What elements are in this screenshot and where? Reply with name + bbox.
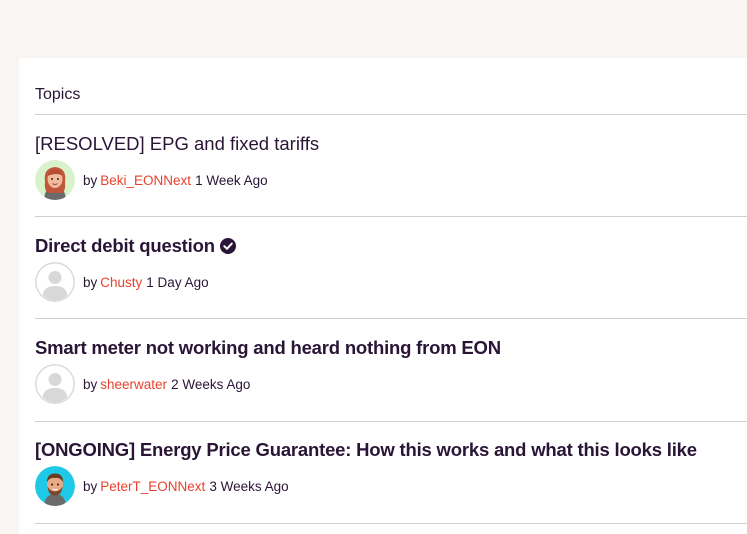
post-time: 3 Weeks Ago: [209, 478, 289, 494]
by-label: by: [83, 478, 98, 494]
topics-panel: Topics [RESOLVED] EPG and fixed tariffs …: [19, 58, 747, 534]
default-user-icon[interactable]: [35, 262, 75, 302]
female-avatar-icon[interactable]: [35, 160, 75, 200]
author-link[interactable]: PeterT_EONNext: [100, 479, 205, 494]
topic-title-link[interactable]: Smart meter not working and heard nothin…: [35, 336, 501, 360]
solved-check-icon: [219, 236, 236, 254]
author-link[interactable]: Beki_EONNext: [100, 173, 191, 188]
topic-meta: by Beki_EONNext 1 Week Ago: [35, 160, 268, 200]
topic-meta: by PeterT_EONNext 3 Weeks Ago: [35, 466, 289, 506]
by-label: by: [83, 172, 98, 188]
topic-item: Direct debit question by Chusty 1 Day Ag…: [35, 217, 747, 319]
post-time: 1 Day Ago: [146, 274, 209, 290]
post-time: 1 Week Ago: [195, 172, 268, 188]
topic-item: [ONGOING] Energy Price Guarantee: How th…: [35, 421, 747, 523]
topic-meta: by sheerwater 2 Weeks Ago: [35, 364, 250, 404]
default-user-icon[interactable]: [35, 364, 75, 404]
topic-title-link[interactable]: [RESOLVED] EPG and fixed tariffs: [35, 132, 319, 156]
divider: [35, 523, 747, 524]
section-title: Topics: [35, 86, 81, 103]
male-avatar-icon[interactable]: [35, 466, 75, 506]
topic-meta: by Chusty 1 Day Ago: [35, 262, 209, 302]
topic-item: Smart meter not working and heard nothin…: [35, 319, 747, 421]
post-time: 2 Weeks Ago: [171, 376, 251, 392]
by-label: by: [83, 274, 98, 290]
by-label: by: [83, 376, 98, 392]
topic-item: [RESOLVED] EPG and fixed tariffs by Beki…: [35, 115, 747, 217]
topic-title-text: Direct debit question: [35, 235, 215, 256]
topic-title-link[interactable]: Direct debit question: [35, 234, 236, 258]
topic-title-link[interactable]: [ONGOING] Energy Price Guarantee: How th…: [35, 438, 697, 462]
author-link[interactable]: sheerwater: [100, 377, 167, 392]
author-link[interactable]: Chusty: [100, 275, 142, 290]
